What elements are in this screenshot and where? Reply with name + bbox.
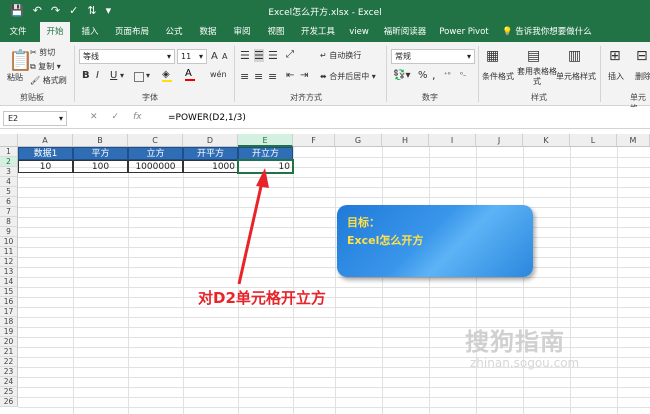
goal-callout: 目标： Excel怎么开方 bbox=[337, 205, 533, 277]
watermark-logo: 搜狗指南 bbox=[465, 328, 565, 356]
watermark-url: zhinan.sogou.com bbox=[470, 356, 580, 370]
arrow-shaft bbox=[237, 181, 264, 285]
callout-text: Excel怎么开方 bbox=[347, 234, 424, 247]
annotation-text: 对D2单元格开立方 bbox=[198, 289, 326, 307]
arrow-head bbox=[256, 168, 269, 188]
callout-heading: 目标： bbox=[347, 216, 380, 229]
